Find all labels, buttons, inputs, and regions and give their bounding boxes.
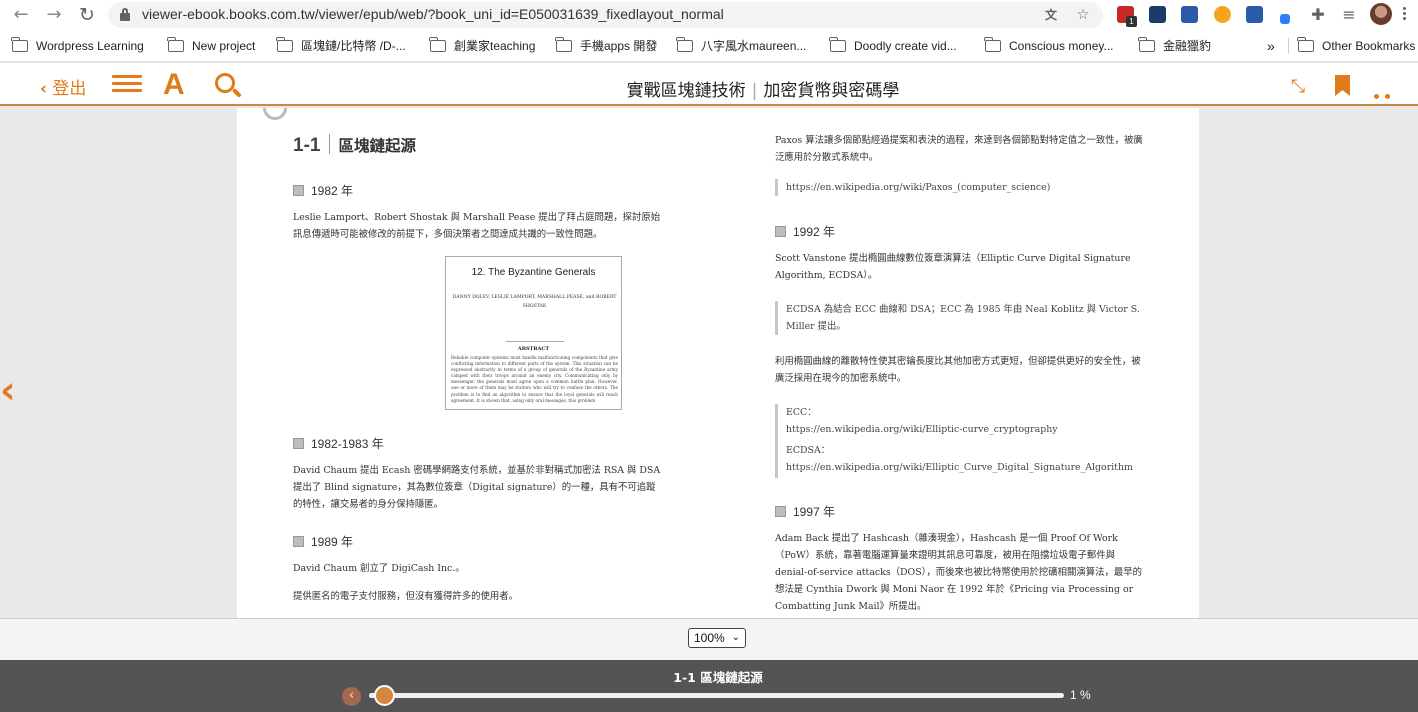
- paragraph: David Chaum 提出 Ecash 密碼學網路支付系統，並基於非對稱式加密…: [293, 465, 661, 510]
- lock-icon: [120, 8, 130, 21]
- current-chapter-label: 1-1 區塊鏈起源: [673, 670, 763, 685]
- extension-badge: 1: [1126, 16, 1137, 27]
- bookmark-item[interactable]: 八字風水maureen...: [676, 36, 806, 55]
- url-text[interactable]: viewer-ebook.books.com.tw/viewer/epub/we…: [142, 6, 724, 22]
- media-queue-icon[interactable]: ≡: [1338, 4, 1360, 26]
- reader-toolbar: ‹ 登出 A 實戰區塊鏈技術 | 加密貨幣與密碼學 ⤡: [0, 63, 1418, 118]
- extension-circle-icon[interactable]: [1214, 6, 1231, 23]
- bookmark-item[interactable]: 手機apps 開發: [555, 36, 657, 55]
- browser-toolbar: ← → ↻ viewer-ebook.books.com.tw/viewer/e…: [0, 0, 1418, 30]
- folder-icon: [1297, 36, 1314, 52]
- year-heading: 1992 年: [775, 223, 835, 240]
- bookmark-item[interactable]: Wordpress Learning: [11, 36, 144, 55]
- folder-icon: [429, 36, 446, 52]
- paragraph: 提供匿名的電子支付服務，但沒有獲得許多的使用者。: [293, 591, 519, 602]
- prev-chapter-icon[interactable]: ‹: [342, 687, 361, 706]
- more-options-icon[interactable]: [1374, 84, 1406, 118]
- bookmark-item[interactable]: Conscious money...: [984, 36, 1114, 55]
- profile-avatar[interactable]: [1370, 3, 1392, 25]
- folder-icon: [167, 36, 184, 52]
- zoom-strip: 100% ⌄: [0, 618, 1418, 660]
- exit-fullscreen-icon[interactable]: ⤡: [1286, 76, 1310, 98]
- folder-icon: [11, 36, 28, 52]
- progress-track[interactable]: [369, 693, 1064, 698]
- reading-area: ‹ 1-1 區塊鏈起源 1982 年 Leslie Lamport、Robert …: [0, 108, 1418, 618]
- bookmark-item[interactable]: 創業家teaching: [429, 36, 535, 55]
- year-heading: 1997 年: [775, 503, 835, 520]
- bookmarks-overflow[interactable]: »: [1267, 37, 1275, 55]
- bookmark-divider: [1288, 38, 1289, 54]
- bookmark-item[interactable]: 金融獵豹: [1138, 36, 1211, 55]
- extension-grid-icon[interactable]: [1149, 6, 1166, 23]
- bookmark-item[interactable]: New project: [167, 36, 255, 55]
- folder-icon: [829, 36, 846, 52]
- folder-icon: [1138, 36, 1155, 52]
- chapter-heading: 1-1 區塊鏈起源: [293, 134, 416, 156]
- paragraph: 利用橢圓曲線的離散特性使其密鑰長度比其他加密方式更短，但卻提供更好的安全性，被廣…: [775, 356, 1141, 384]
- address-bar[interactable]: viewer-ebook.books.com.tw/viewer/epub/we…: [108, 2, 1103, 28]
- folder-icon: [676, 36, 693, 52]
- year-heading: 1982 年: [293, 182, 353, 199]
- bookmark-item[interactable]: 區塊鏈/比特幣 /D-...: [276, 36, 406, 55]
- folder-icon: [276, 36, 293, 52]
- extension-download-icon[interactable]: [1181, 6, 1198, 23]
- reference-quote: https://en.wikipedia.org/wiki/Paxos_(com…: [775, 179, 1145, 196]
- extension-pen-icon[interactable]: [1280, 14, 1290, 24]
- puzzle-icon[interactable]: ✚: [1307, 4, 1329, 26]
- paragraph: David Chaum 創立了 DigiCash Inc.。: [293, 563, 465, 574]
- forward-arrow-icon[interactable]: →: [43, 4, 65, 26]
- reference-quote: ECC： https://en.wikipedia.org/wiki/Ellip…: [775, 404, 1145, 478]
- book-title: 實戰區塊鏈技術 | 加密貨幣與密碼學: [626, 81, 900, 101]
- other-bookmarks[interactable]: Other Bookmarks: [1297, 36, 1415, 55]
- prev-page-chevron-icon[interactable]: ‹: [0, 370, 20, 410]
- browser-menu-icon[interactable]: [1403, 5, 1407, 23]
- folder-icon: [555, 36, 572, 52]
- progress-bar-panel: 1-1 區塊鏈起源 ‹ 1 %: [0, 660, 1418, 712]
- reload-icon[interactable]: ↻: [76, 4, 98, 26]
- page-decoration: [263, 108, 287, 120]
- year-heading: 1989 年: [293, 533, 353, 550]
- back-arrow-icon[interactable]: ←: [10, 4, 32, 26]
- reference-quote: ECDSA 為結合 ECC 曲線和 DSA；ECC 為 1985 年由 Neal…: [775, 301, 1145, 335]
- star-icon[interactable]: ☆: [1075, 7, 1091, 23]
- bookmarks-bar: Wordpress Learning New project 區塊鏈/比特幣 /…: [0, 30, 1418, 62]
- paragraph: Paxos 算法讓多個節點經過提案和表決的過程，來達到各個節點對特定值之一致性，…: [775, 135, 1143, 163]
- progress-percent: 1 %: [1070, 688, 1091, 702]
- extension-arrow-icon[interactable]: [1246, 6, 1263, 23]
- progress-slider-thumb[interactable]: [374, 685, 396, 706]
- paragraph: Adam Back 提出了 Hashcash（雜湊現金），Hashcash 是一…: [775, 533, 1142, 612]
- year-heading: 1982-1983 年: [293, 435, 384, 452]
- paragraph: Leslie Lamport、Robert Shostak 與 Marshall…: [293, 212, 661, 240]
- bookmark-item[interactable]: Doodly create vid...: [829, 36, 957, 55]
- book-page: 1-1 區塊鏈起源 1982 年 Leslie Lamport、Robert Sh…: [237, 108, 1199, 618]
- chevron-down-icon: ⌄: [731, 632, 740, 643]
- folder-icon: [984, 36, 1001, 52]
- translate-icon[interactable]: 文: [1043, 7, 1059, 23]
- byzantine-paper-figure: 12. The Byzantine Generals DANNY DOLEV, …: [445, 256, 622, 410]
- zoom-select[interactable]: 100% ⌄: [688, 628, 746, 648]
- paragraph: Scott Vanstone 提出橢圓曲線數位簽章演算法（Elliptic Cu…: [775, 253, 1131, 281]
